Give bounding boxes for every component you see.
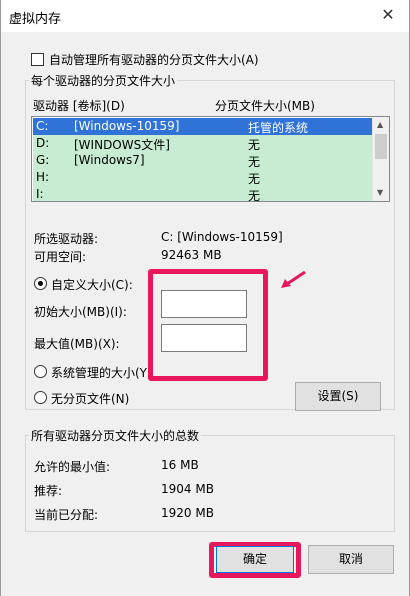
column-header-size: 分页文件大小(MB) [215, 99, 315, 113]
scroll-up-icon[interactable]: ▲ [377, 120, 383, 129]
min-allowed-label: 允许的最小值: [34, 460, 111, 474]
close-icon[interactable]: ✕ [373, 4, 403, 26]
virtual-memory-dialog: 虚拟内存 ✕ 自动管理所有驱动器的分页文件大小(A) 每个驱动器的分页文件大小 … [0, 0, 410, 596]
system-managed-label: 系统管理的大小(Y) [51, 366, 152, 380]
scroll-down-icon[interactable]: ▼ [377, 188, 383, 197]
drive-row-i[interactable]: I: 无 [33, 186, 373, 202]
custom-size-label: 自定义大小(C): [51, 278, 133, 292]
drive-label: [Windows-10159] [74, 119, 180, 133]
highlight-frame-inputs [148, 269, 268, 381]
per-drive-group-title: 每个驱动器的分页文件大小 [29, 72, 178, 89]
drive-row-h[interactable]: H: 无 [33, 169, 373, 186]
auto-manage-checkbox[interactable]: 自动管理所有驱动器的分页文件大小(A) [31, 51, 259, 68]
scroll-thumb[interactable] [375, 134, 387, 159]
drive-row-c[interactable]: C: [Windows-10159] 托管的系统 [33, 118, 373, 135]
recommended-value: 1904 MB [161, 482, 214, 496]
dialog-title: 虚拟内存 [9, 12, 62, 27]
drive-list[interactable]: C: [Windows-10159] 托管的系统 D: [WINDOWS文件] … [31, 116, 390, 202]
column-header-drive: 驱动器 [卷标](D) [33, 99, 125, 113]
title-bar: 虚拟内存 ✕ [1, 0, 409, 32]
totals-group-title: 所有驱动器分页文件大小的总数 [29, 427, 202, 444]
initial-size-label: 初始大小(MB)(I): [34, 305, 127, 319]
selected-drive-value: C: [Windows-10159] [161, 230, 283, 244]
drive-size: 托管的系统 [248, 121, 309, 135]
checkbox-box[interactable] [31, 53, 44, 66]
drive-size: 无 [248, 189, 261, 202]
system-managed-radio[interactable] [34, 365, 47, 378]
drive-letter: C: [36, 119, 49, 133]
annotation-arrow-icon [281, 270, 306, 288]
currently-allocated-label: 当前已分配: [34, 508, 99, 522]
drive-size: 无 [248, 155, 261, 169]
recommended-label: 推荐: [34, 484, 63, 498]
set-button[interactable]: 设置(S) [295, 382, 381, 411]
list-scrollbar[interactable]: ▲ ▼ [372, 117, 389, 201]
ok-button[interactable]: 确定 [216, 546, 294, 573]
drive-letter: G: [36, 153, 50, 167]
drive-letter: I: [36, 187, 44, 201]
drive-letter: H: [36, 170, 50, 184]
drive-row-d[interactable]: D: [WINDOWS文件] 无 [33, 135, 373, 152]
selected-drive-label: 所选驱动器: [34, 232, 99, 246]
no-paging-label: 无分页文件(N) [51, 392, 130, 406]
drive-label: [WINDOWS文件] [74, 138, 170, 152]
max-size-label: 最大值(MB)(X): [34, 337, 120, 351]
drive-row-g[interactable]: G: [Windows7] 无 [33, 152, 373, 169]
min-allowed-value: 16 MB [161, 458, 199, 472]
drive-letter: D: [36, 136, 50, 150]
currently-allocated-value: 1920 MB [161, 506, 214, 520]
cancel-button[interactable]: 取消 [308, 545, 394, 574]
drive-label: [Windows7] [74, 153, 145, 167]
available-space-value: 92463 MB [161, 248, 222, 262]
custom-size-radio[interactable] [34, 277, 47, 290]
available-space-label: 可用空间: [34, 250, 87, 264]
drive-size: 无 [248, 138, 261, 152]
drive-size: 无 [248, 172, 261, 186]
no-paging-radio[interactable] [34, 391, 47, 404]
auto-manage-label: 自动管理所有驱动器的分页文件大小(A) [49, 53, 259, 67]
